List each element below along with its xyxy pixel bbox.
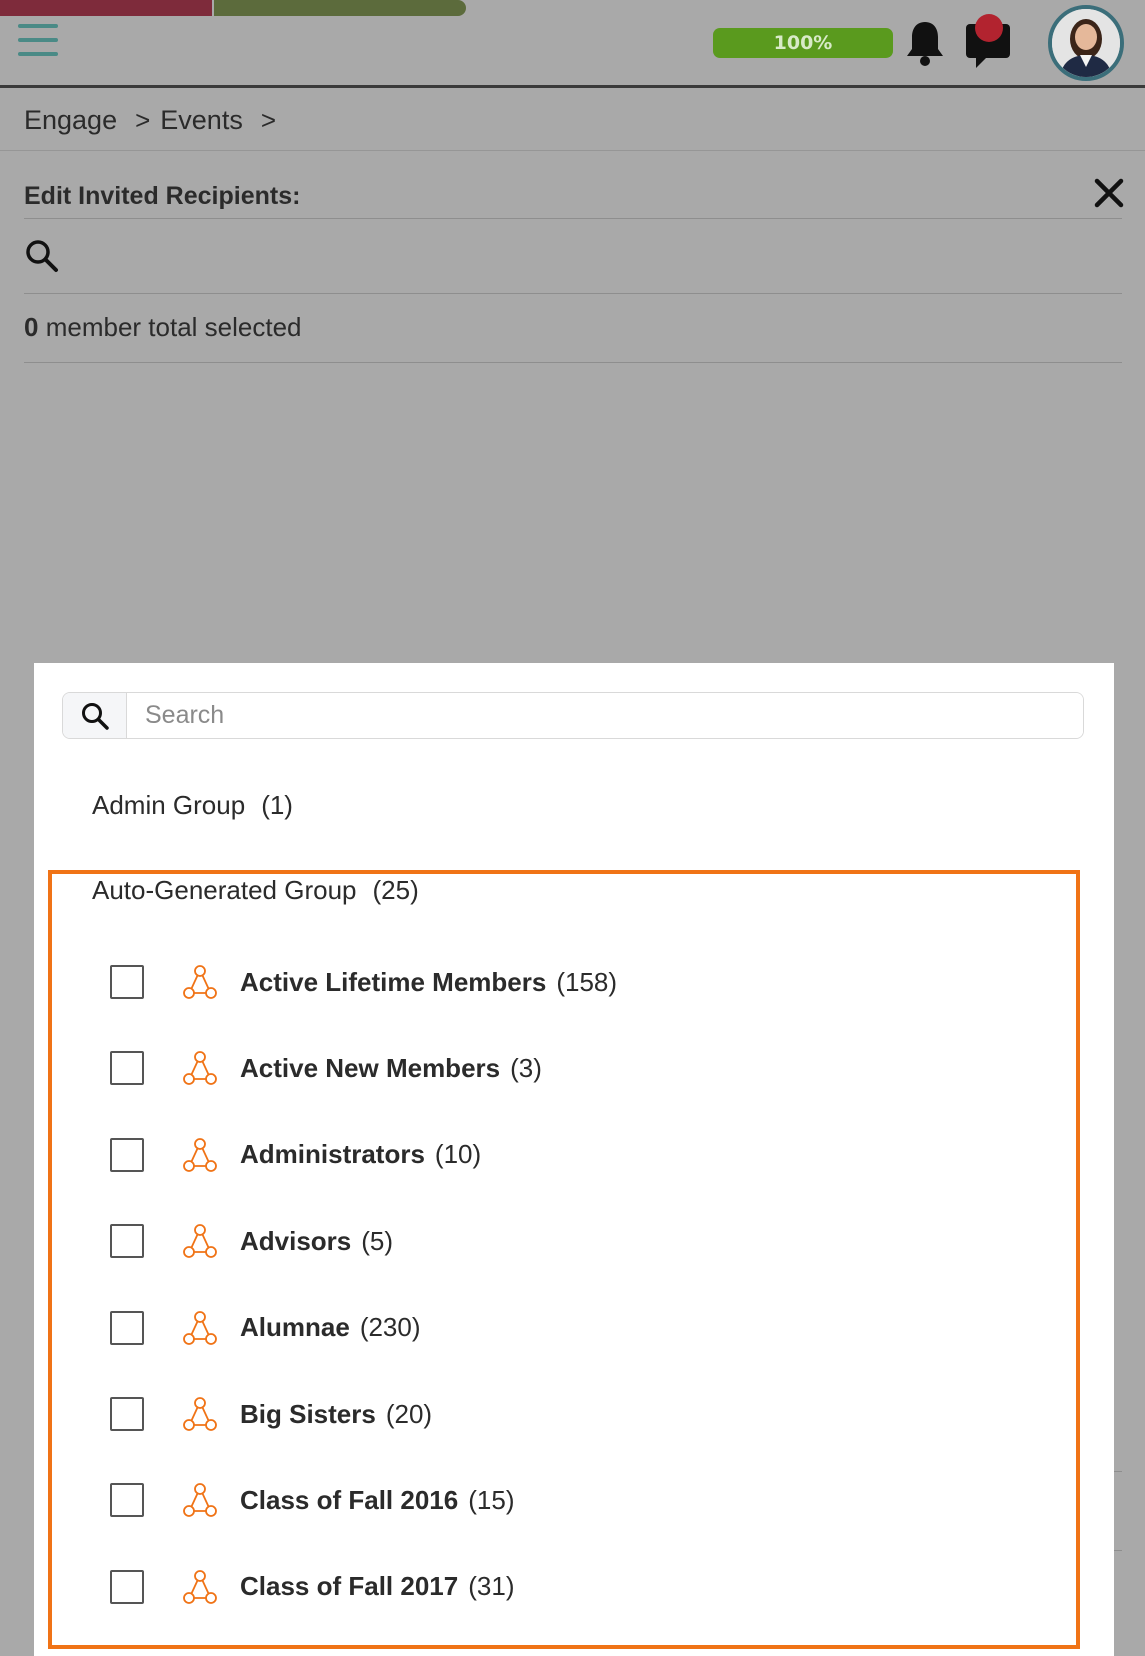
divider [24,362,1122,363]
item-checkbox[interactable] [110,1310,144,1345]
item-name: Alumnae [240,1312,350,1343]
group-name: Admin Group [92,790,246,820]
item-count: (158) [556,966,618,997]
group-count: (25) [372,875,419,905]
item-count: (3) [510,1052,542,1083]
group-count: (1) [261,790,293,820]
item-count: (15) [468,1484,515,1515]
group-dropdown-panel: Admin Group(1) Auto-Generated Group(25) … [34,663,1114,1656]
item-name: Advisors [240,1225,352,1256]
item-count: (31) [468,1571,515,1602]
item-name: Big Sisters [240,1398,376,1429]
item-count: (20) [385,1398,433,1429]
divider [0,150,1145,151]
group-network-icon [182,964,218,1000]
list-item[interactable]: Alumnae (230) [110,1306,421,1350]
item-count: (5) [361,1225,394,1256]
group-network-icon [182,1396,218,1432]
progress-segment-green [214,0,466,16]
chat-icon[interactable] [964,14,1016,68]
page-title: Edit Invited Recipients: [24,182,301,210]
item-checkbox[interactable] [110,1051,144,1086]
item-checkbox[interactable] [110,1224,144,1259]
item-checkbox[interactable] [110,1397,144,1431]
group-network-icon [182,1569,218,1605]
top-bar: 100% [0,0,1145,88]
group-network-icon [182,1050,218,1086]
dropdown-search [62,692,1084,739]
group-network-icon [182,1310,218,1346]
breadcrumb-engage[interactable]: Engage [24,105,117,136]
selected-count-label: member total selected [45,312,302,342]
item-checkbox[interactable] [110,1137,144,1172]
search-input[interactable] [127,693,1083,738]
list-item[interactable]: Class of Fall 2016 (15) [110,1478,514,1522]
item-checkbox[interactable] [110,1483,144,1518]
list-item[interactable]: Administrators (10) [110,1133,481,1177]
item-count: (10) [434,1139,482,1170]
item-name: Active Lifetime Members [240,966,547,997]
close-icon[interactable] [1092,176,1126,210]
bell-icon[interactable] [902,18,948,68]
breadcrumb-events[interactable]: Events [160,105,243,136]
selected-count-text: 0 member total selected [24,312,302,343]
list-item[interactable]: Advisors (5) [110,1219,393,1263]
item-name: Class of Fall 2017 [240,1571,459,1602]
list-item[interactable]: Class of Fall 2017 (31) [110,1565,514,1609]
list-item[interactable]: Active Lifetime Members (158) [110,960,617,1004]
selected-count: 0 [24,312,39,342]
group-name: Auto-Generated Group [92,875,357,905]
group-network-icon [182,1223,218,1259]
hamburger-menu-icon[interactable] [18,24,62,62]
breadcrumb-separator: > [260,104,277,135]
search-icon[interactable] [24,238,60,274]
list-item[interactable]: Big Sisters (20) [110,1392,432,1436]
group-network-icon [182,1482,218,1518]
item-name: Administrators [240,1139,425,1170]
item-count: (230) [359,1312,421,1343]
completion-badge: 100% [713,28,893,58]
divider [24,293,1122,294]
breadcrumb-separator: > [135,104,151,135]
progress-segment-red [0,0,212,16]
item-name: Active New Members [240,1052,501,1083]
user-avatar[interactable] [1048,5,1124,81]
search-icon [63,693,127,738]
breadcrumb: Engage > Events > [24,98,286,142]
divider [24,218,1122,219]
group-header-auto-generated[interactable]: Auto-Generated Group (25) [92,875,419,906]
list-item[interactable]: Active New Members (3) [110,1046,542,1090]
item-checkbox[interactable] [110,965,144,999]
group-network-icon [182,1137,218,1173]
item-name: Class of Fall 2016 [240,1484,459,1515]
group-header-admin[interactable]: Admin Group (1) [92,790,293,821]
item-checkbox[interactable] [110,1569,144,1604]
